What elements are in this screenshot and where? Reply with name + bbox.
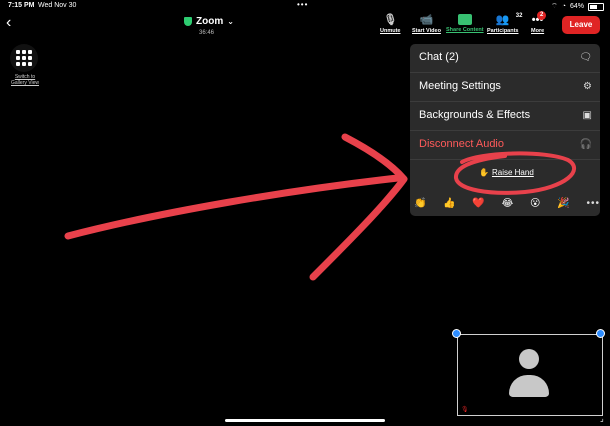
muted-mic-icon: 🎙 (461, 407, 469, 413)
raise-hand-button[interactable]: ✋ Raise Hand (479, 168, 534, 177)
reaction-wow[interactable]: 😮 (530, 198, 540, 209)
reaction-clap[interactable]: 👏 (414, 198, 426, 209)
reaction-laugh[interactable]: 😂 (502, 198, 514, 209)
avatar-icon (506, 349, 552, 401)
reactions-row: 👏 👍 ❤️ 😂 😮 🎉 ••• (414, 195, 600, 211)
more-reactions-icon[interactable]: ••• (586, 198, 600, 209)
raised-hand-icon: ✋ (479, 168, 489, 177)
reaction-thumbs-up[interactable]: 👍 (443, 198, 455, 209)
raise-hand-label: Raise Hand (491, 168, 534, 177)
resize-handle-left[interactable] (452, 329, 461, 338)
resize-handle-right[interactable] (596, 329, 605, 338)
resize-corner-icon[interactable]: ⌟ (600, 414, 604, 423)
home-indicator[interactable] (225, 419, 385, 422)
reaction-party[interactable]: 🎉 (557, 198, 569, 209)
reaction-heart[interactable]: ❤️ (472, 198, 484, 209)
self-view-tile[interactable]: 🎙 (457, 334, 603, 416)
